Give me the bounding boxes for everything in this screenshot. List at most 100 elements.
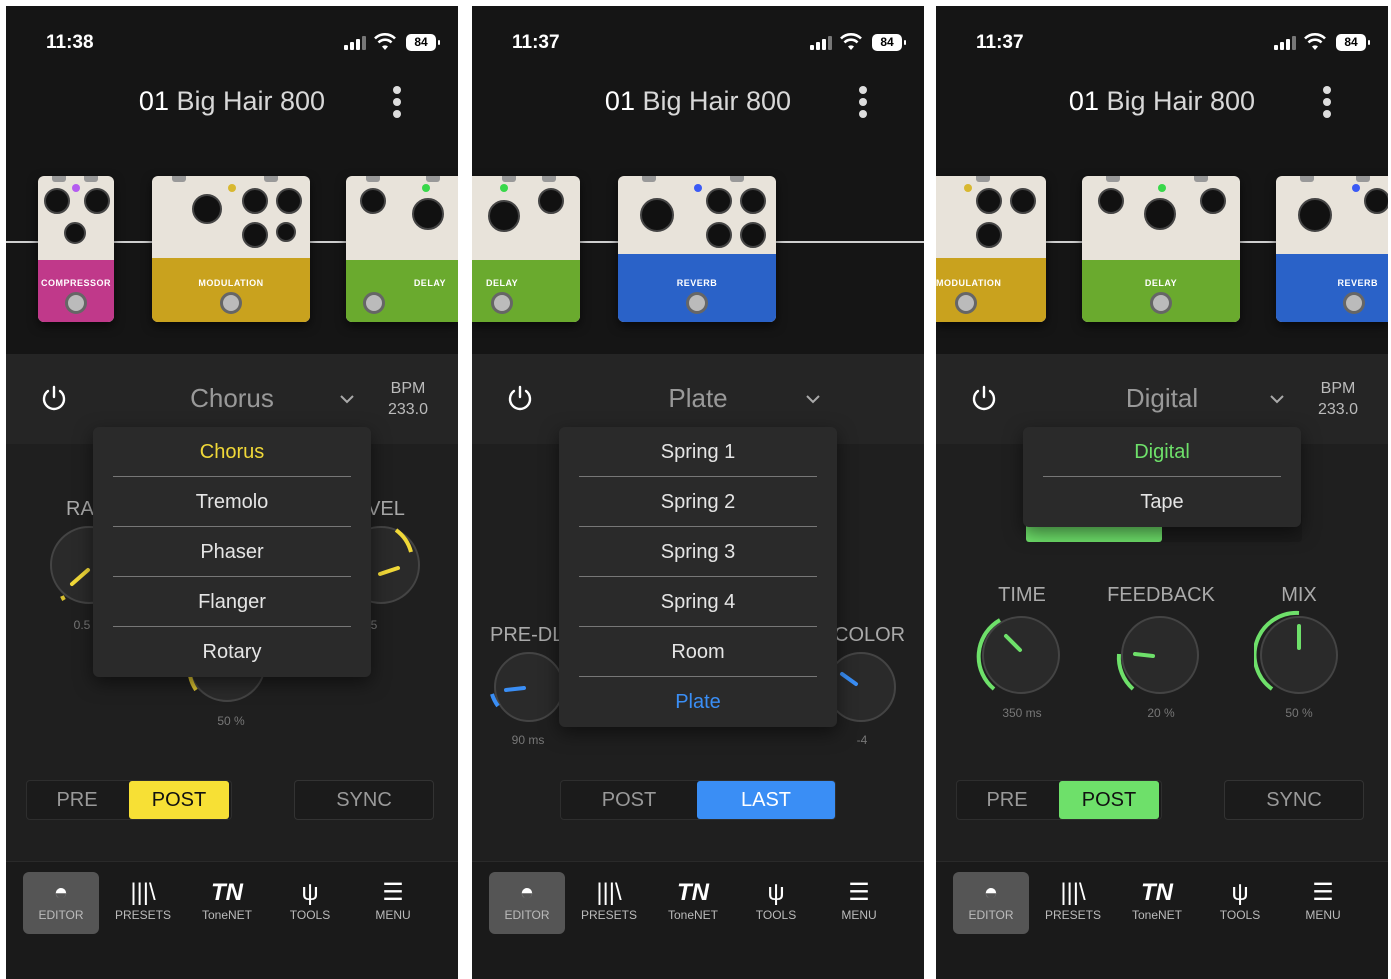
chevron-down-icon[interactable] [806,392,820,406]
editor-icon: ◓ [519,879,535,906]
bottom-nav: ◓ EDITOR |||\ PRESETS TN ToneNET ψ TOOLS ☰ ME… [472,861,924,979]
nav-tools[interactable]: ψ TOOLS [738,872,814,934]
nav-tonenet[interactable]: TN ToneNET [655,872,731,934]
preset-title[interactable]: 01 Big Hair 800 [472,86,924,117]
feedback-knob[interactable] [1115,610,1205,700]
pedal-label: DELAY [486,278,519,288]
nav-tools[interactable]: ψ TOOLS [1202,872,1278,934]
screen-modulation: 11:38 84 01 Big Hair 800 COMPRESSOR MODU… [6,6,458,979]
dropdown-option-rotary[interactable]: Rotary [113,627,351,677]
nav-menu[interactable]: ☰ MENU [821,872,897,934]
mix-value: 50 % [1285,706,1313,720]
battery-icon: 84 [1336,34,1370,51]
routing-selector[interactable]: PRE POST [26,780,232,820]
preset-name: Big Hair 800 [176,86,326,116]
routing-pre[interactable]: PRE [27,781,127,819]
effect-type-dropdown: Spring 1 Spring 2 Spring 3 Spring 4 Room… [559,427,837,727]
dropdown-option-spring-1[interactable]: Spring 1 [579,427,817,477]
tools-icon: ψ [1231,879,1249,906]
cellular-signal-icon [344,36,366,50]
routing-post[interactable]: POST [1059,781,1159,819]
routing-post[interactable]: POST [129,781,229,819]
bpm-label: BPM [1320,380,1356,397]
dropdown-option-spring-2[interactable]: Spring 2 [579,477,817,527]
pedal-delay[interactable]: DELAY [472,176,580,322]
dropdown-option-tape[interactable]: Tape [1043,477,1281,527]
bottom-nav: ◓ EDITOR |||\ PRESETS TN ToneNET ψ TOOLS ☰ ME… [6,861,458,979]
nav-tonenet[interactable]: TN ToneNET [1119,872,1195,934]
dropdown-option-tremolo[interactable]: Tremolo [113,477,351,527]
bpm-label: BPM [390,380,426,397]
routing-selector[interactable]: PRE POST [956,780,1162,820]
screen-reverb: 11:37 84 01 Big Hair 800 DELAY REVERB Pl… [472,6,924,979]
more-options-icon[interactable] [392,86,402,118]
dropdown-option-plate[interactable]: Plate [579,677,817,727]
tonenet-icon: TN [211,879,243,906]
routing-pre[interactable]: PRE [957,781,1057,819]
feedback-value: 20 % [1147,706,1175,720]
status-bar: 11:37 84 [472,6,924,76]
preset-title[interactable]: 01 Big Hair 800 [6,86,458,117]
sync-button[interactable]: SYNC [294,780,434,820]
pedal-reverb[interactable]: REVERB [1276,176,1388,322]
pedal-delay[interactable]: DELAY [1082,176,1240,322]
dropdown-option-flanger[interactable]: Flanger [113,577,351,627]
nav-editor[interactable]: ◓ EDITOR [489,872,565,934]
color-value: -4 [856,733,868,747]
pedal-label: MODULATION [936,278,1002,288]
bpm-display[interactable]: BPM 233.0 [378,378,438,420]
pedal-delay[interactable]: DELAY [346,176,458,322]
routing-selector[interactable]: POST LAST [560,780,836,820]
menu-icon: ☰ [848,879,870,906]
chevron-down-icon[interactable] [1270,392,1284,406]
knob-label-feedback: FEEDBACK [1107,584,1215,606]
wifi-icon [1304,33,1326,50]
preset-name: Big Hair 800 [642,86,792,116]
routing-post[interactable]: POST [561,781,697,819]
pedal-label: DELAY [1144,278,1178,288]
presets-icon: |||\ [130,879,156,906]
dropdown-option-room[interactable]: Room [579,627,817,677]
pedal-modulation[interactable]: MODULATION [936,176,1046,322]
cellular-signal-icon [1274,36,1296,50]
nav-tools[interactable]: ψ TOOLS [272,872,348,934]
time-knob[interactable] [976,610,1066,700]
pedal-compressor[interactable]: COMPRESSOR [38,176,114,322]
pedal-label: REVERB [676,278,718,288]
effect-type-select[interactable]: Plate [472,383,924,414]
chevron-down-icon[interactable] [340,392,354,406]
dropdown-option-chorus[interactable]: Chorus [113,427,351,477]
dropdown-option-digital[interactable]: Digital [1043,427,1281,477]
nav-presets[interactable]: |||\ PRESETS [105,872,181,934]
nav-presets[interactable]: |||\ PRESETS [1035,872,1111,934]
menu-icon: ☰ [382,879,404,906]
knob-label-rate: RA [66,498,94,520]
bpm-display[interactable]: BPM 233.0 [1308,378,1368,420]
nav-menu[interactable]: ☰ MENU [1285,872,1361,934]
dropdown-option-phaser[interactable]: Phaser [113,527,351,577]
pedal-reverb[interactable]: REVERB [618,176,776,322]
battery-icon: 84 [406,34,440,51]
nav-tonenet[interactable]: TN ToneNET [189,872,265,934]
mix-knob[interactable] [1254,610,1344,700]
presets-icon: |||\ [1060,879,1086,906]
more-options-icon[interactable] [1322,86,1332,118]
pedal-label: COMPRESSOR [40,278,111,288]
pedal-modulation[interactable]: MODULATION [152,176,310,322]
status-bar: 11:37 84 [936,6,1388,76]
dropdown-option-spring-4[interactable]: Spring 4 [579,577,817,627]
more-options-icon[interactable] [858,86,868,118]
editor-icon: ◓ [983,879,999,906]
bpm-value: 233.0 [1317,401,1359,418]
dropdown-option-spring-3[interactable]: Spring 3 [579,527,817,577]
preset-number: 01 [1068,86,1099,116]
nav-menu[interactable]: ☰ MENU [355,872,431,934]
nav-presets[interactable]: |||\ PRESETS [571,872,647,934]
routing-last[interactable]: LAST [697,781,835,819]
status-bar: 11:38 84 [6,6,458,76]
sync-button[interactable]: SYNC [1224,780,1364,820]
nav-editor[interactable]: ◓ EDITOR [953,872,1029,934]
preset-title[interactable]: 01 Big Hair 800 [936,86,1388,117]
preset-number: 01 [138,86,169,116]
nav-editor[interactable]: ◓ EDITOR [23,872,99,934]
